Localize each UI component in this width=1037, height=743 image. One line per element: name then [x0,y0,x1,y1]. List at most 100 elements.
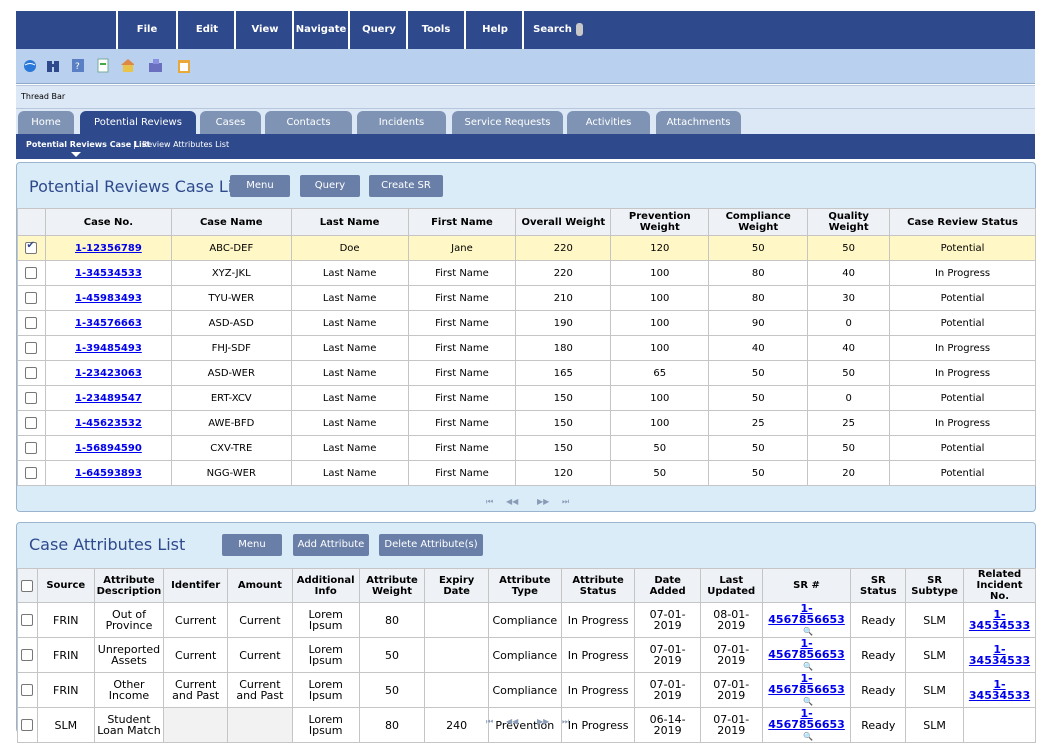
add-attribute-button[interactable]: Add Attribute [293,534,369,556]
column-header[interactable]: Compliance Weight [708,208,809,236]
tab-cases[interactable]: Cases [200,111,261,134]
table-row[interactable]: FRIN Out of Province Current Current Lorem I… [17,602,1036,638]
column-header[interactable]: SR # [761,568,852,603]
case-number-link[interactable]: 1-12356789 [75,243,142,254]
sr-number-link[interactable]: 1-4567856653 [768,602,845,626]
column-header[interactable]: Expiry Date [424,568,489,603]
row-checkbox[interactable] [25,392,38,404]
binoculars-icon[interactable] [46,58,60,73]
row-checkbox[interactable] [25,417,38,429]
row-checkbox[interactable] [25,267,38,279]
organization-icon[interactable] [148,58,162,73]
row-checkbox[interactable] [25,442,38,454]
table-row[interactable]: 1-23489547 ERT-XCV Last Name First Name 150 1… [17,385,1036,411]
incident-number-link[interactable]: 1-34534533 [969,678,1030,702]
column-header[interactable]: Case No. [44,208,172,236]
sr-number-link[interactable]: 1-4567856653 [768,672,845,696]
column-header[interactable]: Attribute Status [560,568,636,603]
sr-number-link[interactable]: 1-4567856653 [768,637,845,661]
row-checkbox[interactable] [25,317,38,329]
column-header[interactable]: First Name [407,208,517,236]
lookup-icon[interactable]: 🔍 [803,661,813,672]
column-header[interactable]: Amount [227,568,293,603]
case-number-link[interactable]: 1-34534533 [75,268,142,279]
first-page-icon[interactable]: ⏮ [486,497,493,507]
incident-number-link[interactable]: 1-34534533 [969,643,1030,667]
home-icon[interactable] [120,58,134,73]
attributes-menu-button[interactable]: Menu [222,534,282,556]
subnav-potential-reviews-case-list[interactable]: Potential Reviews Case List [26,140,150,149]
case-number-link[interactable]: 1-39485493 [75,343,142,354]
document-icon[interactable] [96,58,110,73]
table-row[interactable]: 1-34576663 ASD-ASD Last Name First Name 190 1… [17,310,1036,336]
tab-attachments[interactable]: Attachments [656,111,741,134]
column-header[interactable]: Attribute Weight [358,568,426,603]
select-all-checkbox[interactable] [21,579,34,592]
column-header[interactable]: Date Added [634,568,701,603]
lookup-icon[interactable]: 🔍 [803,626,813,637]
row-checkbox[interactable] [21,614,34,626]
row-checkbox[interactable] [25,342,38,354]
clipboard-icon[interactable] [177,58,191,73]
case-menu-button[interactable]: Menu [230,175,290,197]
incident-number-link[interactable]: 1-34534533 [969,608,1030,632]
tab-potential-reviews[interactable]: Potential Reviews [80,111,196,134]
table-row[interactable]: 1-12356789ABC-DEFDoeJane2201205050Potent… [17,235,1036,261]
column-header[interactable]: Identifer [163,568,229,603]
case-number-link[interactable]: 1-23489547 [75,393,142,404]
lookup-icon[interactable]: 🔍 [803,696,813,707]
table-row[interactable]: FRIN Unreported Assets Current Current Lorem… [17,637,1036,673]
help-book-icon[interactable]: ? [71,58,85,73]
column-header[interactable]: Overall Weight [515,208,612,236]
subnav-review-attributes-list[interactable]: Review Attributes List [142,140,229,149]
table-row[interactable]: 1-56894590 CXV-TRE Last Name First Name 150 5… [17,435,1036,461]
table-row[interactable]: 1-45983493 TYU-WER Last Name First Name 210 1… [17,285,1036,311]
menu-navigate[interactable]: Navigate [292,11,348,49]
last-page-icon[interactable]: ⏭ [562,717,569,727]
next-page-icon[interactable]: ▶▶ [537,497,549,506]
column-header[interactable]: Prevention Weight [610,208,710,236]
last-page-icon[interactable]: ⏭ [562,497,569,507]
tab-incidents[interactable]: Incidents [357,111,446,134]
column-header[interactable]: Case Name [170,208,292,236]
column-header[interactable]: Quality Weight [807,208,891,236]
tab-contacts[interactable]: Contacts [265,111,352,134]
previous-page-icon[interactable]: ◀◀ [506,717,518,726]
row-checkbox[interactable] [21,649,34,661]
column-header[interactable]: Source [36,568,95,603]
sr-number-link[interactable]: 1-4567856653 [768,707,845,731]
globe-icon[interactable] [23,58,37,73]
table-row[interactable]: 1-64593893 NGG-WER Last Name First Name 120 5… [17,460,1036,486]
table-row[interactable]: 1-45623532 AWE-BFD Last Name First Name 150 1… [17,410,1036,436]
tab-service-requests[interactable]: Service Requests [452,111,563,134]
row-checkbox[interactable] [25,240,38,254]
table-row[interactable]: FRIN Other Income Current and Past Current … [17,672,1036,708]
column-header[interactable]: Related Incident No. [963,568,1036,603]
case-number-link[interactable]: 1-45623532 [75,418,142,429]
column-header[interactable]: Case Review Status [889,208,1036,236]
column-header[interactable]: Last Updated [699,568,763,603]
menu-query[interactable]: Query [348,11,408,49]
row-checkbox[interactable] [25,367,38,379]
case-number-link[interactable]: 1-64593893 [75,468,142,479]
case-number-link[interactable]: 1-34576663 [75,318,142,329]
next-page-icon[interactable]: ▶▶ [537,717,549,726]
create-sr-button[interactable]: Create SR [369,175,443,197]
menu-view[interactable]: View [234,11,294,49]
delete-attributes-button[interactable]: Delete Attribute(s) [379,534,483,556]
menu-search[interactable]: Search [522,11,592,49]
column-header[interactable]: SR Status [850,568,907,603]
tab-activities[interactable]: Activities [567,111,650,134]
column-header[interactable]: Last Name [290,208,409,236]
table-row[interactable]: 1-34534533 XYZ-JKL Last Name First Name 220 1… [17,260,1036,286]
menu-edit[interactable]: Edit [176,11,236,49]
first-page-icon[interactable]: ⏮ [486,717,493,727]
case-number-link[interactable]: 1-23423063 [75,368,142,379]
row-checkbox[interactable] [25,292,38,304]
case-number-link[interactable]: 1-56894590 [75,443,142,454]
column-header[interactable]: Additional Info [291,568,360,603]
row-checkbox[interactable] [21,684,34,696]
previous-page-icon[interactable]: ◀◀ [506,497,518,506]
row-checkbox[interactable] [21,719,34,731]
column-header[interactable]: Attribute Type [487,568,562,603]
